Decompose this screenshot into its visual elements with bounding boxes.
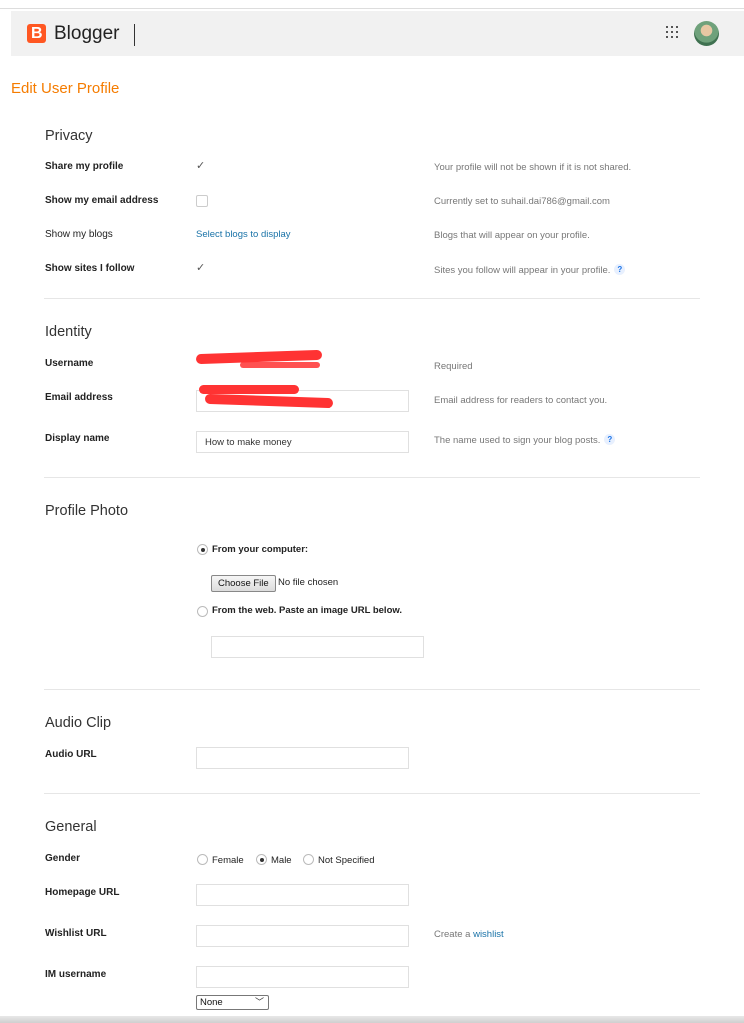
brand-separator xyxy=(134,24,135,46)
photo-from-web-radio[interactable] xyxy=(197,606,208,617)
show-email-hint: Currently set to suhail.dai786@gmail.com xyxy=(434,196,610,207)
display-name-field[interactable]: How to make money xyxy=(196,431,409,453)
select-blogs-link[interactable]: Select blogs to display xyxy=(196,229,291,240)
no-file-text: No file chosen xyxy=(278,577,339,588)
top-border xyxy=(0,8,744,9)
show-blogs-hint: Blogs that will appear on your profile. xyxy=(434,230,590,241)
gender-male-radio[interactable] xyxy=(256,854,267,865)
display-name-hint: The name used to sign your blog posts.? xyxy=(434,434,616,446)
gender-label: Gender xyxy=(45,853,81,864)
section-title-audio: Audio Clip xyxy=(45,715,112,731)
help-icon[interactable]: ? xyxy=(604,434,616,445)
audio-url-label: Audio URL xyxy=(45,749,97,760)
wishlist-url-label: Wishlist URL xyxy=(45,928,107,939)
gender-not-specified-label: Not Specified xyxy=(318,855,375,866)
share-profile-hint: Your profile will not be shown if it is … xyxy=(434,162,632,173)
section-title-privacy: Privacy xyxy=(45,128,93,144)
wishlist-url-input[interactable] xyxy=(196,925,409,947)
show-sites-hint: Sites you follow will appear in your pro… xyxy=(434,264,626,276)
show-sites-checkbox[interactable]: ✓ xyxy=(196,262,208,274)
redaction-mark xyxy=(199,385,299,394)
show-email-checkbox[interactable] xyxy=(196,195,208,207)
gender-female-label: Female xyxy=(212,855,244,866)
audio-url-input[interactable] xyxy=(196,747,409,769)
photo-from-computer-label: From your computer: xyxy=(212,544,309,555)
show-blogs-label: Show my blogs xyxy=(45,229,113,240)
app-header: B Blogger xyxy=(11,11,744,56)
photo-from-web-label: From the web. Paste an image URL below. xyxy=(212,605,403,616)
im-username-label: IM username xyxy=(45,969,107,980)
section-title-profile-photo: Profile Photo xyxy=(45,503,129,519)
section-title-identity: Identity xyxy=(45,324,92,340)
photo-from-computer-radio[interactable] xyxy=(197,544,208,555)
section-divider xyxy=(44,477,700,478)
homepage-url-input[interactable] xyxy=(196,884,409,906)
photo-url-input[interactable] xyxy=(211,636,424,658)
homepage-url-label: Homepage URL xyxy=(45,887,120,898)
brand-name[interactable]: Blogger xyxy=(54,22,120,46)
choose-file-button[interactable]: Choose File xyxy=(211,575,276,592)
blogger-logo-icon[interactable]: B xyxy=(27,24,46,43)
show-sites-label: Show sites I follow xyxy=(45,263,135,274)
gender-female-radio[interactable] xyxy=(197,854,208,865)
avatar-icon[interactable] xyxy=(694,21,719,46)
username-label: Username xyxy=(45,358,94,369)
email-hint: Email address for readers to contact you… xyxy=(434,395,608,406)
help-icon[interactable]: ? xyxy=(614,264,626,275)
im-username-input[interactable] xyxy=(196,966,409,988)
email-label: Email address xyxy=(45,392,113,403)
section-title-general: General xyxy=(45,819,97,835)
chevron-down-icon: ﹀ xyxy=(254,997,264,1007)
section-divider xyxy=(44,689,700,690)
wishlist-link[interactable]: wishlist xyxy=(473,929,504,940)
show-email-label: Show my email address xyxy=(45,195,159,206)
bottom-scroll-edge xyxy=(0,1016,744,1023)
share-profile-checkbox[interactable]: ✓ xyxy=(196,160,208,172)
share-profile-label: Share my profile xyxy=(45,161,124,172)
page-title: Edit User Profile xyxy=(11,80,120,97)
im-service-select[interactable]: None ﹀ xyxy=(196,995,269,1010)
apps-grid-icon[interactable] xyxy=(666,26,678,38)
wishlist-hint: Create a wishlist xyxy=(434,929,504,940)
display-name-label: Display name xyxy=(45,433,110,444)
gender-not-specified-radio[interactable] xyxy=(303,854,314,865)
username-hint: Required xyxy=(434,361,473,372)
gender-male-label: Male xyxy=(271,855,292,866)
section-divider xyxy=(44,793,700,794)
redaction-mark xyxy=(240,362,320,368)
section-divider xyxy=(44,298,700,299)
